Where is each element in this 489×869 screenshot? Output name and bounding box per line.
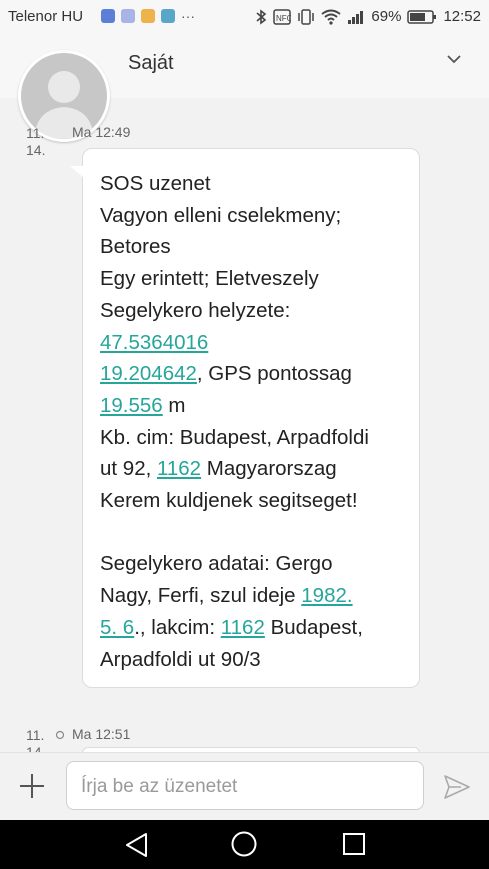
message-line: Segelykero helyzete: bbox=[100, 298, 291, 322]
chevron-down-icon[interactable] bbox=[447, 54, 461, 64]
message-input[interactable]: Írja be az üzenetet bbox=[66, 761, 424, 810]
message-text-fragment: ut 92, bbox=[100, 457, 157, 481]
message-line: Kb. cim: Budapest, Arpadfoldi bbox=[100, 425, 369, 449]
message-input-placeholder: Írja be az üzenetet bbox=[81, 776, 238, 797]
message-line: Betores bbox=[100, 235, 171, 259]
date-link[interactable]: 1982. bbox=[301, 584, 352, 607]
status-bar: Telenor HU ··· NFC 69% 12:52 bbox=[0, 0, 489, 34]
bluetooth-icon bbox=[256, 8, 267, 25]
message-line: Segelykero adatai: Gergo bbox=[100, 552, 333, 576]
message-line: SOS uzenet bbox=[100, 172, 211, 195]
contact-name[interactable]: Saját bbox=[128, 52, 174, 75]
messenger-icon bbox=[101, 9, 115, 23]
more-icon: ··· bbox=[181, 8, 195, 24]
message-text-fragment: m bbox=[162, 393, 186, 417]
bubble-tail bbox=[70, 166, 84, 178]
message-text-fragment: ., lakcim: bbox=[134, 615, 221, 639]
send-icon[interactable] bbox=[443, 773, 471, 801]
home-icon[interactable] bbox=[230, 830, 258, 858]
sent-status-icon bbox=[55, 730, 65, 740]
battery-percentage: 69% bbox=[371, 8, 402, 25]
accuracy-link[interactable]: 19.556 bbox=[100, 394, 163, 417]
date-link[interactable]: 5. 6 bbox=[100, 616, 134, 639]
add-attachment-icon[interactable] bbox=[18, 772, 46, 800]
postcode-link[interactable]: 1162 bbox=[221, 616, 265, 639]
message-line: Arpadfoldi ut 90/3 bbox=[100, 647, 261, 671]
app-icon bbox=[121, 9, 135, 23]
message-time: Ma 12:49 bbox=[72, 124, 131, 140]
message-time: Ma 12:51 bbox=[72, 726, 131, 742]
date-day: 11. bbox=[26, 125, 45, 141]
message-text-fragment: Budapest, bbox=[264, 615, 363, 639]
nfc-icon: NFC bbox=[273, 8, 291, 25]
notification-icons: ··· bbox=[101, 8, 195, 24]
postcode-link[interactable]: 1162 bbox=[157, 457, 201, 480]
date-month: 14. bbox=[26, 744, 46, 752]
message-line: Egy erintett; Eletveszely bbox=[100, 267, 319, 291]
system-icons: NFC 69% 12:52 bbox=[255, 8, 481, 25]
message-text-fragment: , GPS pontossag bbox=[196, 362, 352, 386]
vibrate-icon bbox=[298, 8, 315, 25]
svg-text:NFC: NFC bbox=[276, 14, 291, 23]
date-month: 14. bbox=[26, 142, 46, 158]
message-text-fragment: Nagy, Ferfi, szul ideje bbox=[100, 584, 302, 608]
longitude-link[interactable]: 19.204642 bbox=[100, 362, 197, 385]
note-icon bbox=[141, 9, 155, 23]
back-icon[interactable] bbox=[124, 832, 148, 858]
battery-icon bbox=[407, 9, 437, 24]
message-text-fragment: Magyarorszag bbox=[201, 457, 337, 481]
message-line: Kerem kuldjenek segitseget! bbox=[100, 489, 358, 513]
signal-icon bbox=[348, 10, 364, 24]
carrier-name: Telenor HU bbox=[8, 8, 84, 25]
image-icon bbox=[161, 9, 175, 23]
clock: 12:52 bbox=[443, 8, 481, 25]
recent-apps-icon[interactable] bbox=[342, 832, 366, 856]
date-day: 11. bbox=[26, 727, 45, 743]
message-line: Vagyon elleni cselekmeny; bbox=[100, 203, 342, 227]
message-text[interactable]: SOS uzenet Vagyon elleni cselekmeny; Bet… bbox=[100, 168, 410, 675]
latitude-link[interactable]: 47.5364016 bbox=[100, 331, 208, 354]
wifi-icon bbox=[321, 9, 342, 25]
